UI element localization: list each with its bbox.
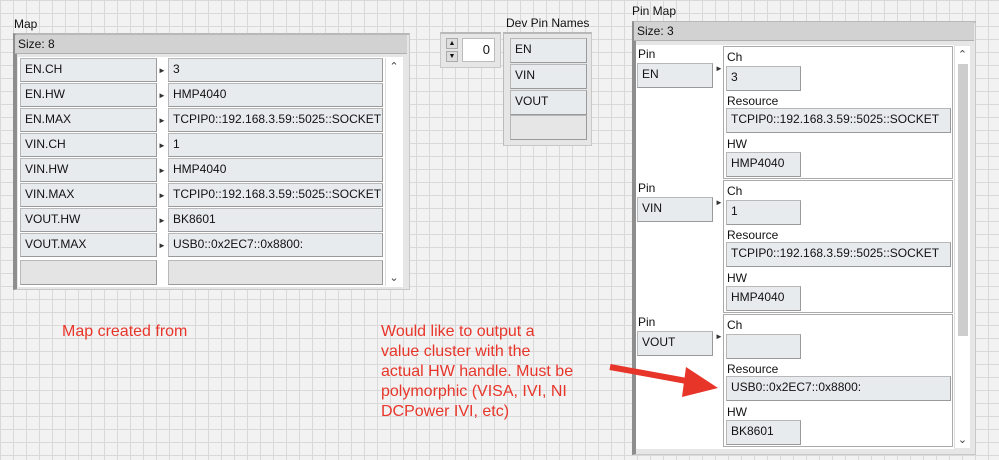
resource-label: Resource [727,94,779,108]
arrow-icon: ► [158,241,166,250]
arrow-icon: ► [715,332,723,341]
ch-label: Ch [727,318,743,332]
arrow-icon: ► [715,64,723,73]
pin-label: Pin [638,47,656,61]
note-line: Would like to output a [381,323,535,340]
ch-label: Ch [727,50,743,64]
ch-value[interactable]: 3 [726,66,801,91]
map-size: Size: 8 [15,35,407,54]
ch-value[interactable] [726,334,801,359]
red-arrow-icon [609,364,718,397]
arrow-icon: ► [158,91,166,100]
map-key[interactable]: EN.MAX [20,108,157,132]
resource-label: Resource [727,362,779,376]
arrow-icon: ► [715,198,723,207]
ch-value[interactable]: 1 [726,200,801,225]
map-value[interactable]: BK8601 [168,208,383,232]
hw-value[interactable]: HMP4040 [726,286,801,311]
hw-label: HW [727,271,747,285]
dev-pin-name[interactable]: EN [510,38,587,63]
hw-value[interactable]: HMP4040 [726,152,801,177]
map-empty-key[interactable] [20,260,157,285]
map-key[interactable]: VIN.HW [20,158,157,182]
map-key[interactable]: EN.HW [20,83,157,107]
map-value[interactable]: TCPIP0::192.168.3.59::5025::SOCKET [168,183,383,207]
note-line: DCPower IVI, etc) [381,403,510,420]
map-value[interactable]: 1 [168,133,383,157]
map-label: Map [14,17,38,31]
note-line: actual HW handle. Must be [381,363,574,380]
map-value[interactable]: HMP4040 [168,158,383,182]
ch-label: Ch [727,184,743,198]
resource-value[interactable]: TCPIP0::192.168.3.59::5025::SOCKET [726,108,951,133]
map-empty-value[interactable] [168,260,383,285]
pin-label: Pin [638,181,656,195]
map-value[interactable]: USB0::0x2EC7::0x8800: [168,233,383,257]
arrow-icon: ► [158,166,166,175]
map-key[interactable]: VOUT.MAX [20,233,157,257]
pin-map-scrollbar[interactable]: ⌃ ⌄ [954,46,970,448]
dev-pin-empty[interactable] [510,115,587,140]
resource-label: Resource [727,228,779,242]
pin-map-size: Size: 3 [634,22,974,41]
arrow-icon: ► [158,191,166,200]
hw-label: HW [727,137,747,151]
pin-value[interactable]: VIN [637,197,713,222]
map-scrollbar[interactable]: ⌃ ⌄ [385,58,402,286]
scroll-down-icon[interactable]: ⌄ [955,433,970,446]
arrow-icon: ► [158,116,166,125]
hw-label: HW [727,405,747,419]
map-key[interactable]: VIN.MAX [20,183,157,207]
resource-value[interactable]: TCPIP0::192.168.3.59::5025::SOCKET [726,242,951,267]
scroll-down-icon[interactable]: ⌄ [386,271,402,284]
hw-value[interactable]: BK8601 [726,420,801,445]
note-line: value cluster with the [381,343,531,360]
map-key[interactable]: VOUT.HW [20,208,157,232]
arrow-icon: ► [158,66,166,75]
resource-value[interactable]: USB0::0x2EC7::0x8800: [726,376,951,401]
dev-pin-name[interactable]: VIN [510,64,587,89]
dev-pin-names-label: Dev Pin Names [506,16,590,30]
scroll-up-icon[interactable]: ⌃ [955,48,970,61]
dev-pin-name[interactable]: VOUT [510,90,587,115]
index-input[interactable]: 0 [462,38,495,62]
note-line: polymorphic (VISA, IVI, NI [381,383,567,400]
annotation-note: Would like to output a value cluster wit… [381,322,573,422]
arrow-icon: ► [158,141,166,150]
map-value[interactable]: 3 [168,58,383,82]
arrow-icon: ► [158,216,166,225]
map-key[interactable]: EN.CH [20,58,157,82]
decrement-icon[interactable]: ▼ [446,51,458,62]
scroll-up-icon[interactable]: ⌃ [386,60,402,73]
pin-map-label: Pin Map [632,4,677,18]
pin-label: Pin [638,315,656,329]
pin-value[interactable]: EN [637,63,713,88]
map-value[interactable]: HMP4040 [168,83,383,107]
scroll-thumb[interactable] [958,64,968,336]
map-key[interactable]: VIN.CH [20,133,157,157]
map-value[interactable]: TCPIP0::192.168.3.59::5025::SOCKET [168,108,383,132]
increment-icon[interactable]: ▲ [446,38,458,49]
annotation-map-created: Map created from [62,323,188,340]
pin-value[interactable]: VOUT [637,331,713,356]
